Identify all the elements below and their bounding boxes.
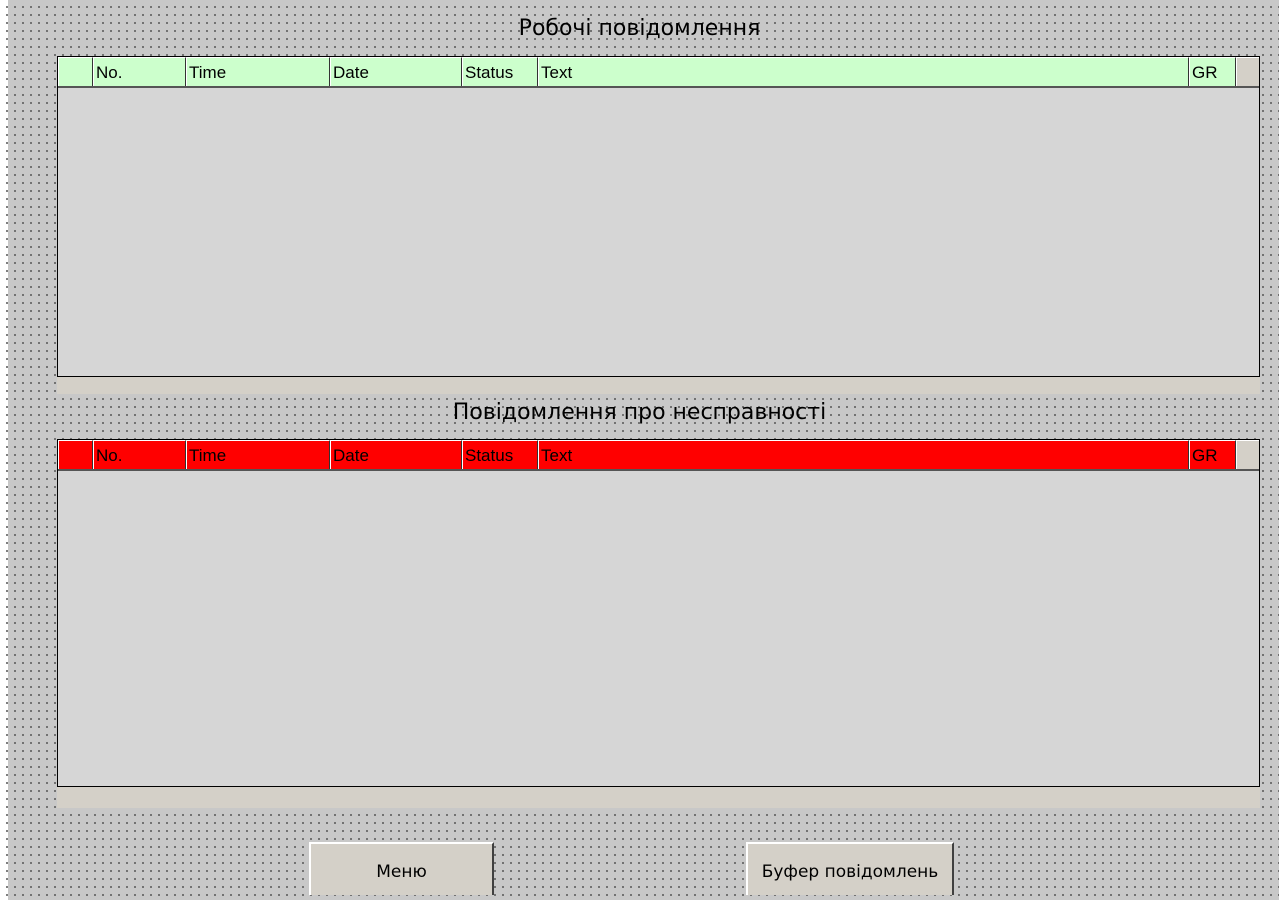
header-cell-no[interactable]: No.: [93, 440, 186, 469]
header-cell-corner: [1236, 440, 1259, 469]
fault-messages-header: No. Time Date Status Text GR: [58, 440, 1259, 471]
working-messages-table[interactable]: No. Time Date Status Text GR: [57, 56, 1260, 377]
header-cell-status[interactable]: Status: [462, 57, 538, 86]
working-messages-scrollbar[interactable]: [57, 377, 1260, 394]
message-buffer-button[interactable]: Буфер повідомлень: [746, 842, 954, 895]
working-messages-title: Робочі повідомлення: [518, 16, 761, 41]
header-cell-text[interactable]: Text: [538, 57, 1189, 86]
fault-messages-title: Повідомлення про несправності: [452, 400, 827, 425]
header-cell-text[interactable]: Text: [538, 440, 1189, 469]
menu-button[interactable]: Меню: [309, 842, 494, 895]
working-messages-header: No. Time Date Status Text GR: [58, 57, 1259, 88]
header-cell-gr[interactable]: GR: [1189, 57, 1236, 86]
header-cell-date[interactable]: Date: [330, 57, 462, 86]
header-cell-time[interactable]: Time: [186, 440, 330, 469]
header-cell-select[interactable]: [58, 440, 93, 469]
header-cell-status[interactable]: Status: [462, 440, 538, 469]
fault-messages-table[interactable]: No. Time Date Status Text GR: [57, 439, 1260, 787]
header-cell-gr[interactable]: GR: [1189, 440, 1236, 469]
header-cell-corner: [1236, 57, 1259, 86]
header-cell-date[interactable]: Date: [330, 440, 462, 469]
header-cell-select[interactable]: [58, 57, 93, 86]
header-cell-no[interactable]: No.: [93, 57, 186, 86]
header-cell-time[interactable]: Time: [186, 57, 330, 86]
fault-messages-scrollbar[interactable]: [57, 787, 1260, 808]
